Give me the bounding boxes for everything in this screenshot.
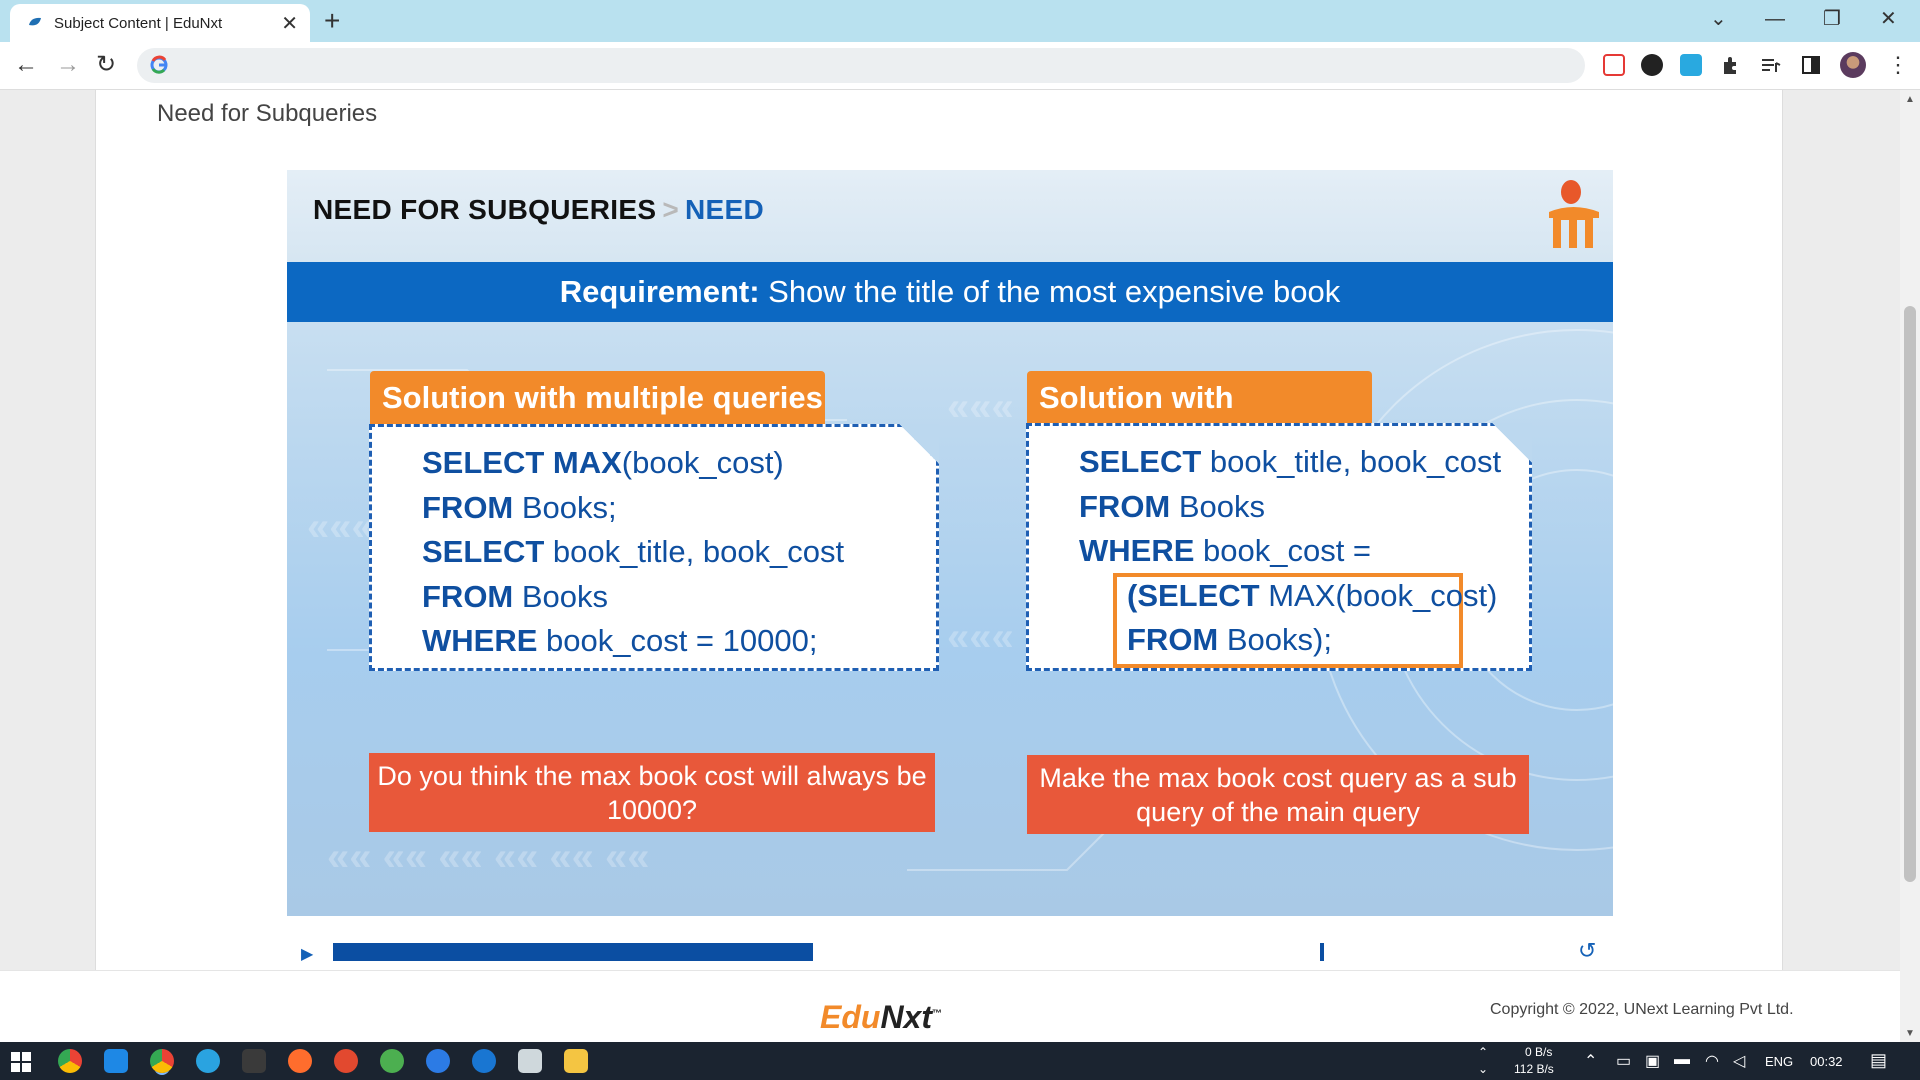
svg-text:«« «« «« «« «« ««: «« «« «« «« «« ««: [327, 835, 650, 879]
play-button[interactable]: ▶: [301, 944, 313, 964]
page-scrollbar[interactable]: ▲ ▼: [1900, 90, 1920, 1042]
page-footer: EduNxt™ Copyright © 2022, UNext Learning…: [0, 970, 1900, 1042]
tray-expand-icon[interactable]: ⌃: [1584, 1051, 1597, 1071]
brave-taskbar-icon[interactable]: [288, 1049, 312, 1073]
right-code-line-4: (SELECT MAX(book_cost): [1127, 578, 1498, 613]
puzzle-extensions-icon[interactable]: [1720, 54, 1742, 76]
right-code-line-3: WHERE book_cost =: [1079, 533, 1372, 568]
right-code-line-2: FROM Books: [1079, 489, 1266, 524]
up-arrow-icon: ⌃: [1478, 1045, 1489, 1059]
app-taskbar-icon[interactable]: [242, 1049, 266, 1073]
svg-text:«««: «««: [947, 385, 1014, 429]
left-question-text: Do you think the max book cost will alwa…: [377, 760, 927, 825]
slide-heading: NEED FOR SUBQUERIES > NEED: [313, 194, 764, 226]
video-progress-fill: [333, 943, 814, 961]
tab-title: Subject Content | EduNxt: [54, 15, 223, 32]
vscode-taskbar-icon[interactable]: [104, 1049, 128, 1073]
chrome-taskbar-icon[interactable]: [58, 1049, 82, 1073]
right-explanation-text: Make the max book cost query as a sub qu…: [1039, 762, 1517, 827]
left-code-line-1: SELECT MAX(book_cost): [422, 445, 784, 480]
requirement-banner: Requirement: Show the title of the most …: [287, 262, 1613, 322]
restore-button[interactable]: ❐: [1823, 6, 1841, 32]
manipal-logo-icon: [1549, 180, 1599, 248]
battery-icon[interactable]: ▬: [1674, 1051, 1690, 1069]
replay-icon[interactable]: ↺: [1578, 938, 1596, 964]
google-icon: [150, 55, 168, 74]
right-code-line-5: FROM Books);: [1127, 622, 1332, 657]
left-code-line-4: FROM Books: [422, 579, 609, 614]
video-progress-bar[interactable]: [333, 943, 1323, 961]
close-window-button[interactable]: ✕: [1880, 6, 1897, 32]
media-playlist-icon[interactable]: [1760, 54, 1782, 76]
network-download-speed: 112 B/s: [1514, 1062, 1554, 1076]
vpn-taskbar-icon[interactable]: [380, 1049, 404, 1073]
requirement-label: Requirement:: [559, 274, 760, 309]
minimize-button[interactable]: —: [1765, 6, 1785, 32]
windows-taskbar: ⌃ ⌄ 0 B/s 112 B/s ⌃ ▭ ▣ ▬ ◠ ◁ ENG 00:32 …: [0, 1042, 1920, 1080]
spy-extension-icon[interactable]: [1641, 54, 1663, 76]
browser-menu-button[interactable]: ⋮: [1887, 50, 1909, 80]
pocket-extension-icon[interactable]: [1603, 54, 1625, 76]
side-panel-icon[interactable]: [1800, 54, 1822, 76]
video-progress-marker[interactable]: [1320, 943, 1324, 961]
telegram-taskbar-icon[interactable]: [196, 1049, 220, 1073]
notifications-icon[interactable]: ▤: [1870, 1050, 1887, 1071]
scroll-down-arrow-icon[interactable]: ▼: [1905, 1028, 1915, 1039]
copyright-text: Copyright © 2022, UNext Learning Pvt Ltd…: [1490, 1001, 1794, 1018]
right-code-line-1: SELECT book_title, book_cost: [1079, 444, 1502, 479]
wifi-icon[interactable]: ◠: [1705, 1051, 1719, 1071]
browser-tab-bar: Subject Content | EduNxt ✕ + ⌄ — ❐ ✕: [0, 0, 1920, 42]
presentation-taskbar-icon[interactable]: [334, 1049, 358, 1073]
meet-icon[interactable]: ▣: [1645, 1051, 1660, 1071]
scroll-up-arrow-icon[interactable]: ▲: [1905, 94, 1915, 105]
code-box-corner: [899, 424, 939, 464]
profile-avatar[interactable]: [1840, 52, 1866, 78]
requirement-text: Show the title of the most expensive boo…: [759, 274, 1341, 309]
left-question-note: Do you think the max book cost will alwa…: [369, 753, 935, 832]
slide-heading-sub: NEED: [684, 194, 764, 225]
svg-text:«««: «««: [947, 615, 1014, 659]
tablet-icon[interactable]: ▭: [1616, 1051, 1631, 1071]
address-bar[interactable]: [137, 48, 1585, 83]
windows-start-icon[interactable]: [11, 1052, 31, 1072]
new-tab-button[interactable]: +: [324, 4, 340, 38]
edunxt-favicon-icon: [29, 17, 41, 26]
input-language[interactable]: ENG: [1765, 1054, 1793, 1069]
lesson-slide: ««« ««« ««« «« «« «« «« «« «« NEED FOR S…: [287, 170, 1613, 916]
slide-heading-separator: >: [662, 194, 679, 225]
left-code-line-2: FROM Books;: [422, 490, 617, 525]
slide-heading-main: NEED FOR SUBQUERIES: [313, 194, 657, 225]
app2-taskbar-icon[interactable]: [426, 1049, 450, 1073]
volume-icon[interactable]: ◁: [1733, 1051, 1745, 1071]
photos-taskbar-icon[interactable]: [518, 1049, 542, 1073]
tab-close-icon[interactable]: ✕: [281, 11, 298, 36]
subquery-tab: Solution with subquery: [1027, 371, 1372, 469]
down-arrow-icon: ⌄: [1478, 1062, 1489, 1076]
reload-button[interactable]: ↻: [96, 50, 116, 80]
clock-time[interactable]: 00:32: [1810, 1054, 1843, 1069]
left-code-line-3: SELECT book_title, book_cost: [422, 534, 845, 569]
right-explanation-note: Make the max book cost query as a sub qu…: [1027, 755, 1529, 834]
browser-tab[interactable]: Subject Content | EduNxt ✕: [10, 4, 310, 42]
scroll-thumb[interactable]: [1904, 306, 1916, 882]
svg-text:«««: «««: [307, 505, 374, 549]
multiple-queries-tab: Solution with multiple queries: [370, 371, 825, 425]
file-explorer-taskbar-icon[interactable]: [564, 1049, 588, 1073]
network-upload-speed: 0 B/s: [1525, 1045, 1553, 1059]
chrome-active-taskbar-icon[interactable]: [150, 1049, 174, 1073]
s-extension-icon[interactable]: [1680, 54, 1702, 76]
browser-toolbar: ← → ↻ ⋮: [0, 42, 1920, 90]
page-title: Need for Subqueries: [157, 100, 378, 127]
edge-taskbar-icon[interactable]: [472, 1049, 496, 1073]
tab-search-icon[interactable]: ⌄: [1710, 6, 1727, 32]
back-button[interactable]: ←: [14, 50, 38, 80]
slide-header: NEED FOR SUBQUERIES > NEED: [287, 170, 1613, 262]
forward-button[interactable]: →: [56, 50, 80, 80]
left-code-line-5: WHERE book_cost = 10000;: [422, 623, 818, 658]
edunxt-logo: EduNxt™: [820, 999, 942, 1035]
